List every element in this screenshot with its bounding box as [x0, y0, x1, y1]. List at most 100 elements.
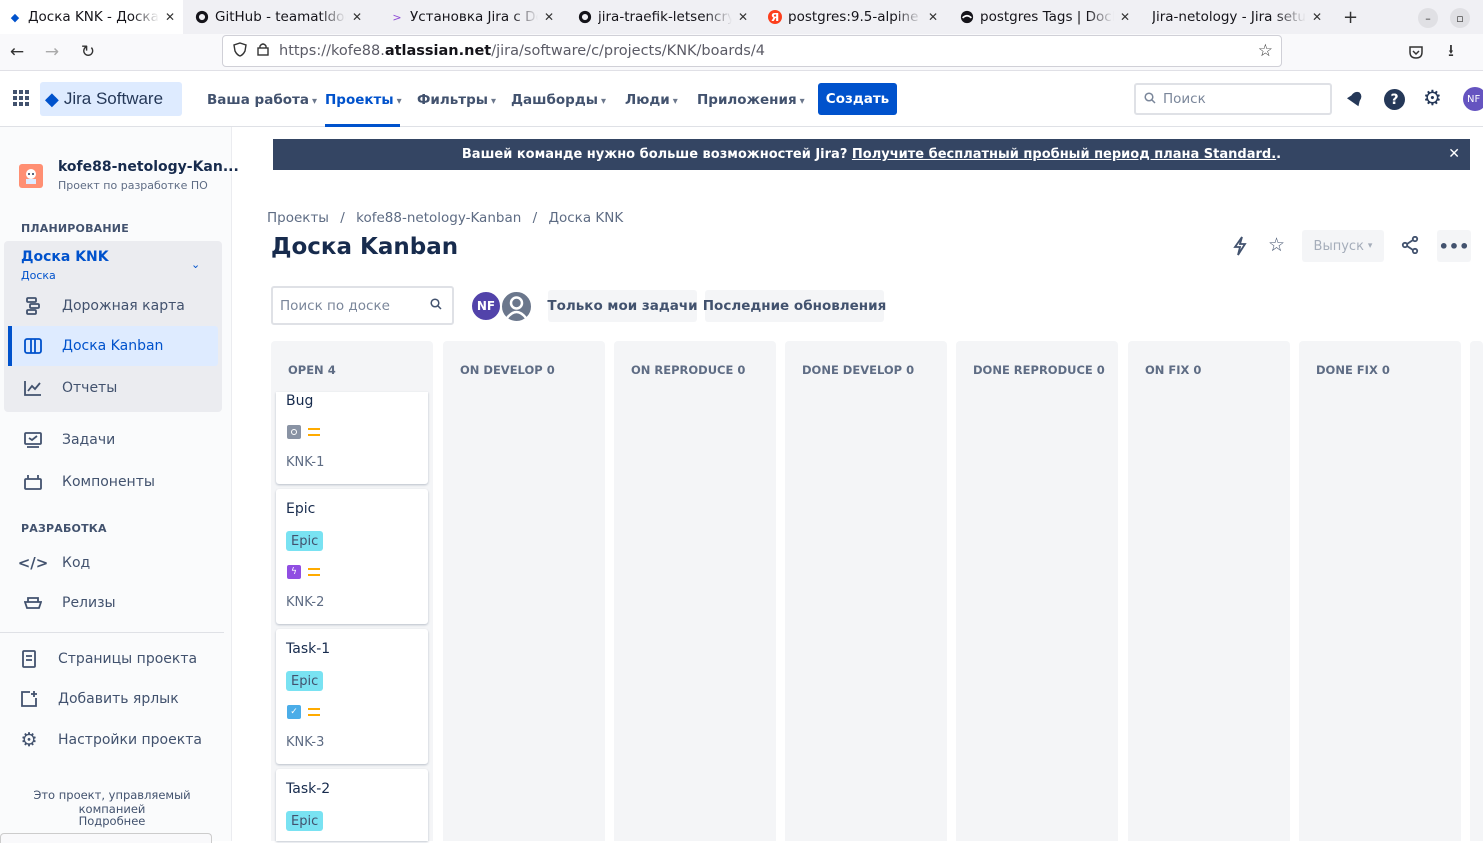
minimize-button[interactable]: – — [1418, 8, 1438, 28]
close-tab-icon[interactable]: ✕ — [544, 10, 554, 24]
search-icon — [1144, 91, 1156, 107]
sidebar-item-components[interactable]: Компоненты — [8, 462, 222, 502]
more-options-icon[interactable]: ••• — [1437, 230, 1471, 262]
card-title: Epic — [286, 501, 316, 517]
issue-card[interactable]: Task-2 Epic — [276, 769, 428, 841]
new-tab-button[interactable]: + — [1343, 7, 1358, 28]
card-key: KNK-2 — [286, 595, 325, 610]
issue-card[interactable]: Task-1 Epic ✓ KNK-3 — [276, 629, 428, 764]
unassigned-avatar-icon[interactable] — [500, 290, 533, 323]
project-name[interactable]: kofe88-netology-Kan... — [58, 159, 239, 175]
medium-priority-icon — [308, 568, 320, 576]
nav-your-work[interactable]: Ваша работа ▾ — [207, 92, 317, 108]
close-tab-icon[interactable]: ✕ — [165, 10, 175, 24]
browser-tab[interactable]: postgres Tags | Docker ✕ — [952, 0, 1138, 34]
issue-card[interactable]: Epic Epic ϟ KNK-2 — [276, 489, 428, 624]
recently-updated-filter[interactable]: Последние обновления — [703, 290, 886, 322]
jira-logo[interactable]: ◆ Jira Software — [40, 82, 182, 116]
settings-gear-icon[interactable]: ⚙ — [1423, 86, 1442, 110]
sidebar-item-code[interactable]: </> Код — [8, 543, 222, 583]
forward-icon[interactable]: → — [40, 40, 64, 64]
sidebar-footer-text: Это проект, управляемый компанией — [33, 788, 191, 816]
shield-icon[interactable] — [233, 41, 247, 61]
browser-tab[interactable]: > Установка Jira с Docker ✕ — [382, 0, 562, 34]
bug-type-icon — [287, 425, 301, 439]
nav-projects[interactable]: Проекты ▾ — [325, 92, 402, 108]
maximize-button[interactable]: ▫ — [1450, 8, 1470, 28]
epic-badge[interactable]: Epic — [286, 671, 324, 691]
sidebar-item-kanban-board[interactable]: Доска Kanban — [12, 326, 218, 366]
close-tab-icon[interactable]: ✕ — [928, 10, 938, 24]
user-avatar[interactable]: NF — [1463, 87, 1483, 111]
sidebar-item-roadmap[interactable]: Дорожная карта — [8, 286, 222, 326]
tab-title: Jira-netology - Jira setup — [1152, 9, 1306, 25]
add-shortcut-icon — [18, 690, 40, 708]
url-bar[interactable]: https://kofe88. atlassian.net/jira/softwa… — [222, 35, 1282, 67]
close-tab-icon[interactable]: ✕ — [738, 10, 748, 24]
share-icon[interactable] — [1401, 235, 1419, 258]
sidebar-item-project-settings[interactable]: ⚙ Настройки проекта — [4, 720, 218, 760]
column-title: DONE REPRODUCE 0 — [973, 363, 1105, 377]
sidebar-item-label: Доска Kanban — [62, 338, 164, 354]
card-key: KNK-1 — [286, 455, 325, 470]
nav-people[interactable]: Люди ▾ — [625, 92, 678, 108]
lock-icon — [257, 42, 269, 60]
card-title: Task-1 — [286, 641, 331, 657]
chevron-down-icon[interactable]: ⌄ — [191, 258, 200, 271]
release-button[interactable]: Выпуск ▾ — [1302, 230, 1384, 262]
browser-tab[interactable]: jira-traefik-letsencrypt ✕ — [570, 0, 756, 34]
close-tab-icon[interactable]: ✕ — [1312, 10, 1322, 24]
nav-apps[interactable]: Приложения ▾ — [697, 92, 805, 108]
sidebar-item-reports[interactable]: Отчеты — [8, 368, 222, 408]
app-switcher-icon[interactable] — [12, 89, 30, 111]
card-title: Bug — [286, 393, 314, 409]
close-tab-icon[interactable]: ✕ — [1120, 10, 1130, 24]
board-column-done-develop: DONE DEVELOP 0 — [785, 341, 947, 841]
board-columns-icon — [22, 338, 44, 354]
epic-badge[interactable]: Epic — [286, 531, 324, 551]
sidebar-item-releases[interactable]: Релизы — [8, 583, 222, 623]
browser-tab[interactable]: Я postgres:9.5-alpine ✕ — [760, 0, 946, 34]
browser-tab[interactable]: Jira-netology - Jira setup ✕ — [1144, 0, 1330, 34]
sidebar-item-project-pages[interactable]: Страницы проекта — [4, 639, 218, 679]
epic-badge[interactable]: Epic — [286, 811, 324, 831]
bookmark-star-icon[interactable]: ☆ — [1258, 41, 1273, 61]
only-my-issues-filter[interactable]: Только мои задачи — [547, 290, 698, 322]
issue-card[interactable]: Bug KNK-1 — [276, 392, 428, 484]
board-subtitle: Доска — [21, 269, 56, 282]
breadcrumb-projects[interactable]: Проекты — [267, 210, 329, 226]
close-tab-icon[interactable]: ✕ — [352, 10, 362, 24]
create-button[interactable]: Создать — [818, 83, 897, 115]
pocket-icon[interactable] — [1404, 40, 1428, 64]
medium-priority-icon — [308, 708, 320, 716]
column-count: 4 — [327, 363, 336, 377]
download-icon[interactable]: ⭳ — [1439, 40, 1463, 64]
column-count: 0 — [1096, 363, 1105, 377]
breadcrumb-board[interactable]: Доска KNK — [548, 210, 623, 226]
project-avatar-icon — [19, 164, 43, 188]
filter-user-avatar[interactable]: NF — [470, 290, 502, 322]
jira-search-input[interactable]: Поиск — [1134, 83, 1332, 115]
board-name[interactable]: Доска KNK — [21, 249, 109, 265]
browser-tab[interactable]: GitHub - teamatldocker ✕ — [187, 0, 370, 34]
sidebar-item-issues[interactable]: Задачи — [8, 420, 222, 460]
reload-icon[interactable]: ↻ — [76, 40, 100, 64]
star-icon[interactable]: ☆ — [1268, 234, 1285, 256]
breadcrumb-project[interactable]: kofe88-netology-Kanban — [356, 210, 521, 226]
status-url-tooltip — [0, 833, 212, 843]
close-icon[interactable]: ✕ — [1448, 146, 1460, 162]
back-icon[interactable]: ← — [5, 40, 29, 64]
card-key: KNK-3 — [286, 735, 325, 750]
tab-title: GitHub - teamatldocker — [215, 9, 346, 25]
sidebar-item-add-shortcut[interactable]: Добавить ярлык — [4, 679, 218, 719]
nav-dashboards[interactable]: Дашборды ▾ — [511, 92, 606, 108]
nav-filters[interactable]: Фильтры ▾ — [417, 92, 496, 108]
browser-tab-active[interactable]: ◆ Доска KNK - Доска ✕ — [0, 0, 183, 34]
automation-lightning-icon[interactable] — [1232, 236, 1248, 260]
notifications-icon[interactable] — [1345, 89, 1365, 113]
help-icon[interactable]: ? — [1384, 89, 1405, 110]
board-search-input[interactable]: Поиск по доске — [271, 286, 454, 325]
learn-more-link[interactable]: Подробнее — [0, 814, 224, 828]
banner-trial-link[interactable]: Получите бесплатный пробный период плана… — [852, 147, 1276, 162]
release-label: Выпуск — [1313, 238, 1364, 254]
